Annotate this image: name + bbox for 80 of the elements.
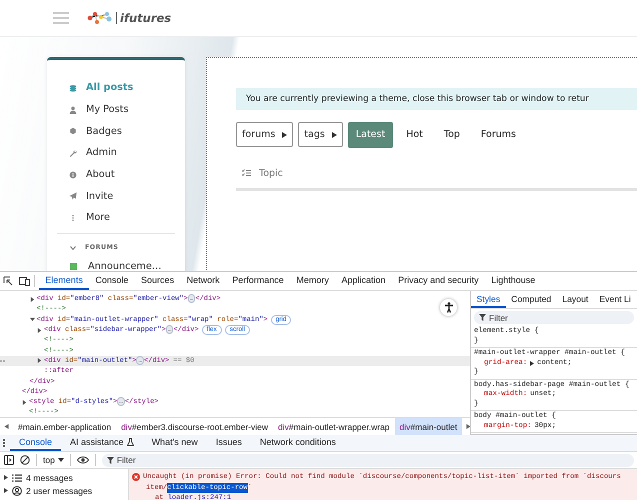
filter-icon bbox=[106, 456, 114, 464]
eye-icon[interactable] bbox=[76, 456, 89, 464]
inspect-icon[interactable] bbox=[3, 276, 13, 286]
drawer-tab[interactable]: Issues bbox=[206, 435, 251, 451]
filter-icon bbox=[479, 314, 486, 321]
sidebar-item[interactable]: Badges bbox=[47, 120, 185, 142]
context-dropdown[interactable]: top bbox=[43, 455, 64, 465]
nav-tab[interactable]: Forums bbox=[472, 122, 524, 148]
devtools-tab[interactable]: Elements bbox=[39, 272, 90, 290]
breadcrumb-item[interactable]: div#main-outlet bbox=[394, 418, 462, 435]
topic-column-header[interactable]: Topic bbox=[236, 161, 637, 191]
styles-tab[interactable]: Styles bbox=[471, 291, 506, 308]
devtools-tab[interactable]: Performance bbox=[226, 272, 290, 290]
list-icon bbox=[12, 474, 22, 482]
sidebar-item[interactable]: My Posts bbox=[47, 98, 185, 120]
info-icon bbox=[69, 170, 77, 179]
user-icon bbox=[12, 486, 22, 496]
category-link[interactable]: Announceme… bbox=[47, 258, 185, 271]
accessibility-button[interactable] bbox=[440, 299, 457, 316]
more-icon[interactable] bbox=[2, 438, 6, 448]
nav-tab[interactable]: Latest bbox=[348, 122, 394, 148]
banner-text: You are currently previewing a theme, close this browser tab or window to retur bbox=[246, 94, 589, 104]
devtools-tab[interactable]: Application bbox=[335, 272, 392, 290]
scroll-left-icon[interactable] bbox=[4, 424, 9, 429]
filter-dropdown[interactable]: tags bbox=[298, 122, 343, 147]
expand-triangle-icon bbox=[4, 475, 8, 480]
styles-tab[interactable]: Computed bbox=[506, 291, 557, 308]
devtools-tab[interactable]: Network bbox=[180, 272, 226, 290]
sidebar-item[interactable]: More bbox=[47, 207, 185, 229]
collapse-triangle-icon[interactable] bbox=[30, 296, 34, 302]
flask-icon bbox=[126, 438, 134, 446]
device-icon[interactable] bbox=[19, 276, 30, 286]
sidebar-item[interactable]: About bbox=[47, 164, 185, 186]
collapse-triangle-icon[interactable] bbox=[37, 328, 42, 333]
nav-tab[interactable]: Top bbox=[436, 122, 468, 148]
sidebar-item[interactable]: Invite bbox=[47, 185, 185, 208]
paper-plane-icon bbox=[69, 192, 77, 200]
error-icon bbox=[132, 473, 140, 481]
expand-triangle-icon[interactable] bbox=[530, 360, 534, 366]
styles-tab[interactable]: Layout bbox=[556, 291, 594, 308]
drawer-tab[interactable]: Console bbox=[10, 435, 62, 451]
caret-icon bbox=[58, 458, 64, 462]
devtools-tab[interactable]: Sources bbox=[134, 272, 180, 290]
accessibility-icon bbox=[444, 302, 454, 313]
chevron-icon bbox=[70, 244, 76, 251]
expand-triangle-icon[interactable] bbox=[30, 317, 34, 322]
devtools-tab[interactable]: Memory bbox=[290, 272, 336, 290]
checklist-icon bbox=[242, 169, 251, 177]
caret-icon bbox=[282, 132, 288, 138]
expand-triangle-icon bbox=[4, 488, 8, 493]
logo-icon bbox=[87, 11, 113, 25]
drawer-tab[interactable]: Network conditions bbox=[250, 435, 345, 451]
console-filter-field[interactable]: Filter bbox=[102, 454, 634, 466]
devtools-tab[interactable]: Privacy and security bbox=[392, 272, 485, 290]
styles-tab[interactable]: Event Li bbox=[594, 291, 636, 308]
sidebar-item[interactable]: Admin bbox=[47, 142, 185, 164]
clear-console-icon[interactable] bbox=[20, 455, 30, 465]
nav-tab[interactable]: Hot bbox=[398, 122, 431, 148]
message-group[interactable]: 4 messages bbox=[0, 471, 128, 484]
devtools-tab[interactable]: Lighthouse bbox=[484, 272, 542, 290]
breadcrumb-item[interactable]: #main.ember-application bbox=[13, 418, 116, 435]
styles-filter-field[interactable]: Filter bbox=[474, 311, 634, 324]
person-icon bbox=[69, 106, 77, 114]
drawer-tab[interactable]: What's new bbox=[142, 435, 207, 451]
filter-dropdown[interactable]: forums bbox=[236, 122, 294, 147]
stack-icon bbox=[69, 84, 77, 92]
sidebar-toggle-icon[interactable] bbox=[4, 455, 14, 465]
wrench-icon bbox=[69, 148, 77, 157]
dots-icon bbox=[0, 360, 7, 362]
breadcrumb-item[interactable]: div#ember3.discourse-root.ember-view bbox=[116, 418, 274, 435]
caret-icon bbox=[332, 132, 337, 138]
breadcrumb-item[interactable]: div#main-outlet-wrapper.wrap bbox=[273, 418, 395, 435]
logo-text[interactable]: ifutures bbox=[116, 12, 172, 24]
badge-icon bbox=[69, 127, 77, 136]
scroll-right-icon[interactable] bbox=[466, 424, 472, 429]
drawer-tab[interactable]: AI assistance bbox=[61, 435, 143, 451]
collapse-triangle-icon[interactable] bbox=[37, 358, 42, 364]
collapse-triangle-icon[interactable] bbox=[22, 400, 27, 405]
message-group[interactable]: 2 user messages bbox=[0, 484, 128, 497]
devtools-tab[interactable]: Console bbox=[89, 272, 135, 290]
